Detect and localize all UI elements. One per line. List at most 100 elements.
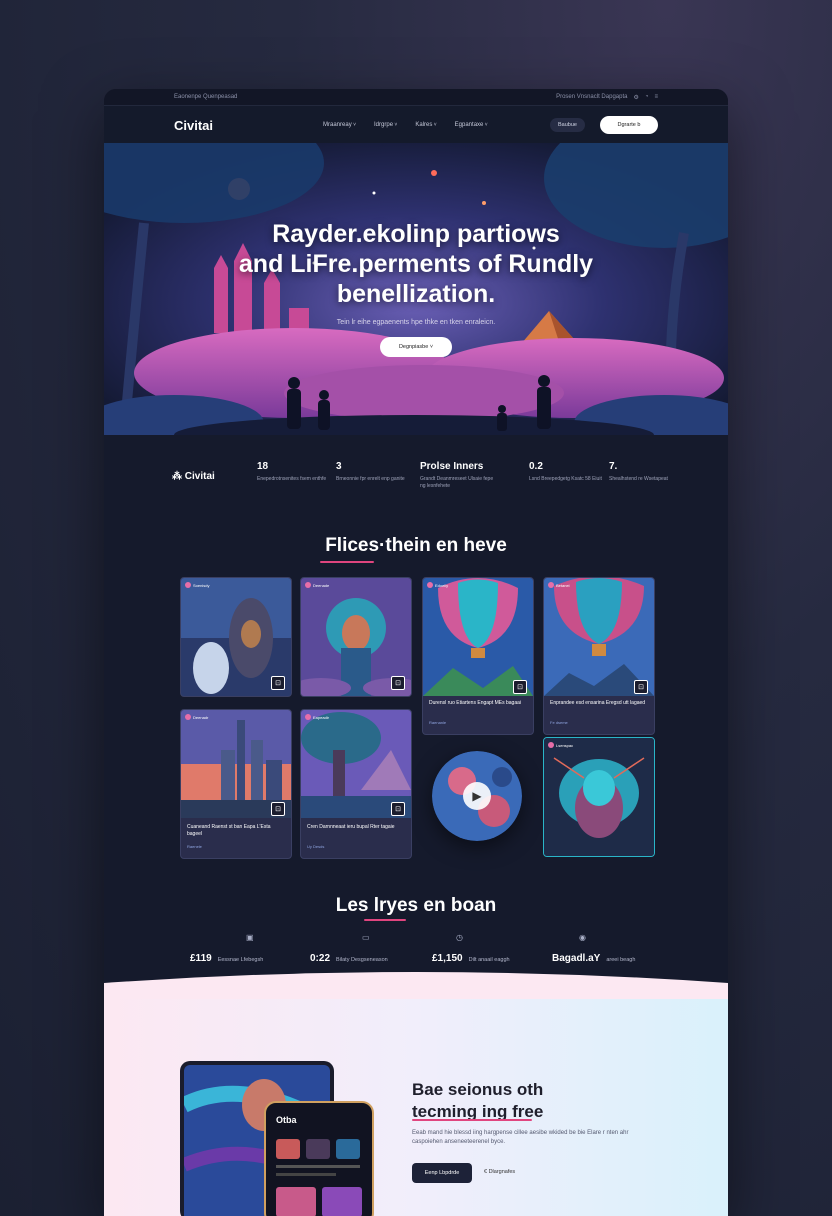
metrics-title: Les lryes en boan <box>335 895 497 916</box>
stat-item: 18 Enepedrotnsenites fsem enthfe <box>257 461 337 483</box>
stat-value: 7. <box>609 461 618 472</box>
app-promo-title: Bae seionus oth tecming ing free <box>412 1079 543 1123</box>
app-promo-section: Otba Bae seionus oth tecming ing free Ee… <box>104 972 728 1216</box>
metric-label: Bilaty Desgseneason <box>336 957 388 963</box>
phone-thumb <box>276 1187 316 1216</box>
stats-bar: ⁂ Civitai 18 Enepedrotnsenites fsem enth… <box>104 435 728 515</box>
phone-mockup: Otba <box>264 1101 374 1216</box>
card-tag: Eapeadir <box>305 714 329 720</box>
secondary-button[interactable]: Baubue <box>550 118 585 132</box>
card-tag-label: Deenade <box>313 582 330 588</box>
play-icon[interactable]: ▶ <box>463 782 491 810</box>
hero-cta-button[interactable]: Degnpiasbe ˅ <box>380 337 452 357</box>
top-strip-right[interactable]: Prosen Vnsnaclt Dapgapta <box>556 94 627 100</box>
gallery-card[interactable]: Deenade ⊡ <box>300 577 412 697</box>
gallery-card[interactable]: Eapeadir ⊡ Cren Darnnneaat ieru bupal Rt… <box>300 709 412 859</box>
bell-icon[interactable]: ◔ <box>645 94 649 100</box>
avatar <box>548 742 554 748</box>
card-tag: Betanei <box>548 582 570 588</box>
nav-item-1[interactable]: Mraanreay <box>323 122 356 128</box>
card-tag-label: Eapeadir <box>313 714 330 720</box>
stat-label: Enepedrotnsenites fsem enthfe <box>257 476 327 482</box>
title-underline <box>412 1119 532 1121</box>
metric-item: Bagadl.aY areei beagh <box>552 953 635 964</box>
card-meta: Raenele <box>187 844 202 849</box>
card-meta: Raenanle <box>429 720 447 725</box>
phone-text-line <box>276 1165 360 1168</box>
hero-banner: Rayder.ekolinp partiows and LiFre.permen… <box>104 143 728 435</box>
card-meta: Fe dseme <box>550 720 568 725</box>
primary-nav-button[interactable]: Dgrarte b <box>600 116 658 134</box>
clock-icon: ◷ <box>456 933 463 942</box>
app-download-button[interactable]: Eenp Lbpdrde <box>412 1163 472 1183</box>
card-image <box>544 738 654 856</box>
navbar: Civitai Mraanreay Idrgrpe Kalres Egpanta… <box>104 106 728 144</box>
nav-item-3[interactable]: Kalres <box>415 122 436 128</box>
top-strip: Eaonenpe Quenpeasad Prosen Vnsnaclt Dapg… <box>104 89 728 106</box>
logo[interactable]: Civitai <box>174 118 213 133</box>
gallery-card[interactable]: Edoelly ⊡ Durensl ruo Etiartens Engapt M… <box>422 577 534 735</box>
card-tag-label: Deenadr <box>193 714 209 720</box>
hero-title-line-1: Rayder.ekolinp partiows <box>272 220 560 248</box>
settings-icon[interactable]: ⚙ <box>633 94 638 101</box>
card-caption: Enprandee esd ensarina Eregsd utt lagaed <box>550 700 646 706</box>
card-tag-label: Soenisdy <box>193 582 210 588</box>
avatar <box>427 582 433 588</box>
metric-item: £1,150 Dilt anaail eaggh <box>432 953 510 964</box>
gallery-card[interactable]: Lsenspac <box>543 737 655 857</box>
bookmark-icon[interactable]: ⊡ <box>271 802 285 816</box>
stat-item: Prolse Inners Grandt Deanmreseet Ulsaie … <box>420 461 500 490</box>
metric-label: Eessnae Lfebegsh <box>217 957 264 963</box>
title-underline <box>364 919 406 921</box>
stat-label: Brneonnie fpr enrelt enp ganite <box>336 476 405 482</box>
browser-frame: Eaonenpe Quenpeasad Prosen Vnsnaclt Dapg… <box>104 89 728 1216</box>
avatar <box>305 582 311 588</box>
gallery-card[interactable]: Deenadr ⊡ Cuaneand Raenst st ban Eapa L'… <box>180 709 292 859</box>
card-tag-label: Betanei <box>556 582 570 588</box>
video-thumbnail[interactable]: ▶ <box>432 751 522 841</box>
nav-item-2[interactable]: Idrgrpe <box>374 122 397 128</box>
stat-value: 18 <box>257 461 269 472</box>
gallery-card[interactable]: Soenisdy ⊡ <box>180 577 292 697</box>
card-icon: ▭ <box>362 933 370 942</box>
bookmark-icon[interactable]: ⊡ <box>391 802 405 816</box>
stat-label: Grandt Deanmreseet Ulsaie fepe ng lesnfe… <box>420 476 494 489</box>
stat-value: Prolse Inners <box>420 461 484 472</box>
menu-icon[interactable]: ≡ <box>654 94 658 100</box>
card-tag-label: Edoelly <box>435 582 449 588</box>
bookmark-icon[interactable]: ⊡ <box>271 676 285 690</box>
app-promo-text: Eeab mand hie blessd iing hargpense cill… <box>412 1130 629 1145</box>
stat-value: 0.2 <box>529 461 543 472</box>
bookmark-icon[interactable]: ⊡ <box>634 680 648 694</box>
stat-label: Shealhstend re Wsetapeat <box>609 476 668 482</box>
bookmark-icon[interactable]: ⊡ <box>513 680 527 694</box>
app-promo-title-line-1: Bae seionus oth <box>412 1080 544 1099</box>
featured-title: Flices·thein en heve <box>325 535 507 556</box>
avatar <box>305 714 311 720</box>
card-caption: Cuaneand Raenst st ban Eapa L'Esta bagee… <box>187 824 271 837</box>
title-underline <box>320 561 374 563</box>
hero-title-line-3: benellization. <box>336 280 496 308</box>
globe-icon: ◉ <box>579 933 586 942</box>
avatar <box>185 582 191 588</box>
phone-thumb <box>336 1139 360 1159</box>
app-secondary-link[interactable]: € Dlargnafes <box>484 1169 515 1175</box>
metric-value: 0:22 <box>310 953 331 964</box>
metric-item: £119 Eessnae Lfebegsh <box>190 953 263 964</box>
stats-logo: ⁂ Civitai <box>172 471 215 482</box>
nav-item-4[interactable]: Egpantaxe <box>455 122 488 128</box>
card-tag-label: Lsenspac <box>556 742 574 748</box>
wave-divider <box>104 972 728 999</box>
phone-text-line <box>276 1173 336 1176</box>
card-tag: Lsenspac <box>548 742 573 748</box>
nav-menu: Mraanreay Idrgrpe Kalres Egpantaxe <box>323 122 488 128</box>
phone-thumb <box>306 1139 330 1159</box>
bookmark-icon[interactable]: ⊡ <box>391 676 405 690</box>
gallery-card[interactable]: Betanei ⊡ Enprandee esd ensarina Eregsd … <box>543 577 655 735</box>
card-caption: Cren Darnnneaat ieru bupal Rter tagaie <box>307 824 395 830</box>
metric-item: 0:22 Bilaty Desgseneason <box>310 953 388 964</box>
stat-item: 3 Brneonnie fpr enrelt enp ganite <box>336 461 416 483</box>
top-strip-left: Eaonenpe Quenpeasad <box>174 94 238 100</box>
card-caption: Durensl ruo Etiartens Engapt MEs bagaai <box>429 700 521 706</box>
metric-value: £1,150 <box>432 953 463 964</box>
